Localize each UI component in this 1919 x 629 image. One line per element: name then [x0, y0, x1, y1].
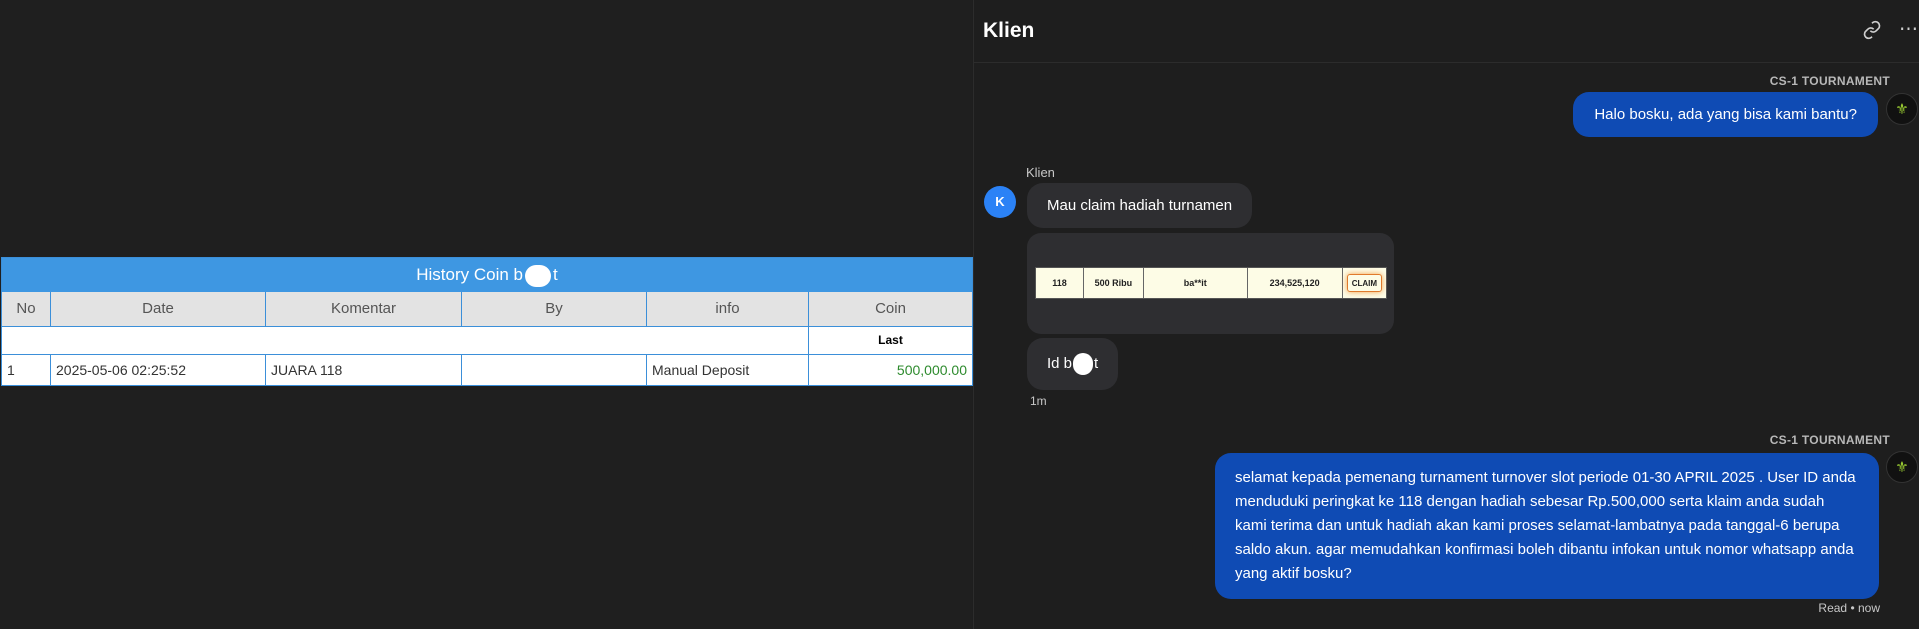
table-title-text: History Coin b [416, 265, 524, 284]
greeting-bubble: Halo bosku, ada yang bisa kami bantu? [1573, 92, 1878, 137]
row-info: Manual Deposit [647, 355, 809, 385]
redaction-mark [525, 264, 552, 287]
attachment-turnover: 234,525,120 [1248, 268, 1343, 298]
col-komentar[interactable]: Komentar [266, 292, 462, 327]
more-icon[interactable]: ⋯ [1899, 18, 1918, 41]
id-bubble: Id b t [1027, 338, 1119, 390]
coin-history-table: History Coin b t No Date Komentar By info… [1, 257, 973, 386]
greeting-text: Halo bosku, ada yang bisa kami bantu? [1594, 106, 1857, 123]
row-no: 1 [2, 355, 51, 385]
col-coin[interactable]: Coin [809, 292, 972, 327]
row-komentar: JUARA 118 [266, 355, 462, 385]
table-header: No Date Komentar By info Coin [2, 292, 972, 327]
col-no[interactable]: No [2, 292, 51, 327]
id-text-suffix: t [1094, 354, 1099, 372]
attachment-rank: 118 [1036, 268, 1085, 298]
redaction-mark [1073, 353, 1094, 375]
link-icon[interactable] [1862, 20, 1882, 46]
message-time: 1m [1030, 394, 1047, 408]
attachment-user: ba**it [1144, 268, 1248, 298]
table-subheader: Last [2, 327, 972, 355]
agent-name: CS-1 TOURNAMENT [1769, 433, 1890, 447]
attachment-prize: 500 Ribu [1084, 268, 1144, 298]
col-date[interactable]: Date [51, 292, 266, 327]
agent-name: CS-1 TOURNAMENT [1769, 74, 1890, 88]
table-title-suffix: t [553, 265, 558, 284]
coin-history-panel: History Coin b t No Date Komentar By info… [0, 0, 973, 629]
id-text-prefix: Id b [1047, 354, 1073, 372]
table-title: History Coin b t [2, 258, 972, 292]
attachment-claim: CLAIM [1346, 274, 1383, 292]
agent-logo-icon: ⚜ [1886, 451, 1918, 483]
subheader-last: Last [878, 333, 903, 347]
chat-title: Klien [983, 19, 1035, 42]
chat-header: Klien ⋯ [974, 0, 1919, 63]
client-avatar: K [984, 186, 1016, 218]
agent-logo-icon: ⚜ [1886, 93, 1918, 125]
reply-text: selamat kepada pemenang turnament turnov… [1235, 469, 1856, 582]
client-name: Klien [1026, 165, 1055, 180]
chat-panel: Klien ⋯ CS-1 TOURNAMENT Halo bosku, ada … [973, 0, 1919, 629]
col-info[interactable]: info [647, 292, 809, 327]
col-by[interactable]: By [462, 292, 647, 327]
row-date: 2025-05-06 02:25:52 [51, 355, 266, 385]
table-row: 1 2025-05-06 02:25:52 JUARA 118 Manual D… [2, 355, 972, 385]
read-status: Read • now [1818, 601, 1880, 615]
claim-text: Mau claim hadiah turnamen [1047, 197, 1233, 214]
reply-bubble: selamat kepada pemenang turnament turnov… [1215, 453, 1879, 599]
claim-bubble: Mau claim hadiah turnamen [1027, 183, 1253, 228]
row-coin: 500,000.00 [896, 362, 967, 378]
row-by [462, 355, 647, 385]
attachment-table: 118 500 Ribu ba**it 234,525,120 CLAIM [1035, 267, 1387, 299]
subheader-blank [2, 327, 809, 354]
image-attachment[interactable]: 118 500 Ribu ba**it 234,525,120 CLAIM [1027, 233, 1394, 334]
